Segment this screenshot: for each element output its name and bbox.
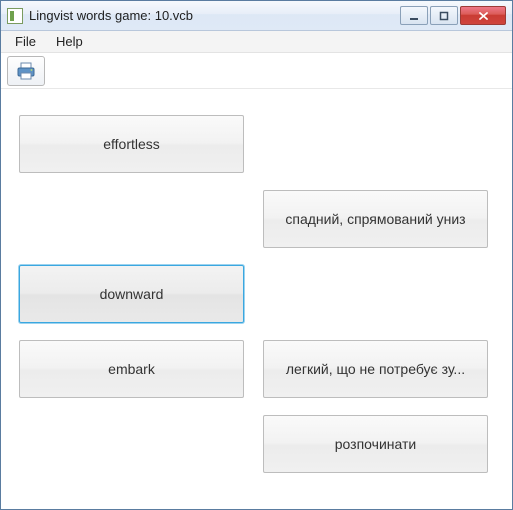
maximize-button[interactable] [430,6,458,25]
titlebar: Lingvist words game: 10.vcb [1,1,512,31]
word-card-left-2[interactable]: embark [19,340,244,398]
maximize-icon [439,11,449,21]
word-card-right-1[interactable]: легкий, що не потребує зу... [263,340,488,398]
game-area: effortless downward embark спадний, спря… [1,89,512,509]
word-card-left-1[interactable]: downward [19,265,244,323]
window-title: Lingvist words game: 10.vcb [29,8,400,23]
window-controls [400,6,506,26]
word-card-left-0[interactable]: effortless [19,115,244,173]
close-icon [478,11,489,21]
menubar: File Help [1,31,512,53]
menu-file[interactable]: File [7,32,44,51]
toolbar [1,53,512,89]
word-card-right-2[interactable]: розпочинати [263,415,488,473]
close-button[interactable] [460,6,506,25]
menu-help[interactable]: Help [48,32,91,51]
word-card-right-0[interactable]: спадний, спрямований униз [263,190,488,248]
minimize-button[interactable] [400,6,428,25]
app-window: Lingvist words game: 10.vcb File Help [0,0,513,510]
app-icon [7,8,23,24]
print-icon [16,62,36,80]
minimize-icon [409,11,419,21]
print-button[interactable] [7,56,45,86]
